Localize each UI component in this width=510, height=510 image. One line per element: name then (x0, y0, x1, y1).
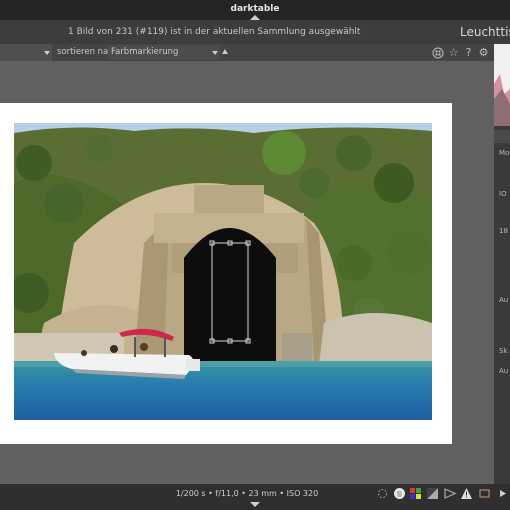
star-icon[interactable]: ☆ (447, 46, 460, 59)
gear-icon[interactable]: ⚙ (477, 46, 490, 59)
panel-item[interactable]: Sk (499, 347, 508, 355)
panel-item[interactable]: Au (499, 296, 508, 304)
warning-icon[interactable] (460, 487, 473, 500)
expand-arrow-icon[interactable] (496, 487, 509, 500)
photo-preview[interactable] (14, 123, 432, 420)
panel-item[interactable]: IO (499, 190, 507, 198)
app-title: darktable (230, 4, 280, 14)
panel-item[interactable]: 18 (499, 227, 508, 235)
sort-value: Farbmarkierung (111, 47, 179, 57)
panel-item[interactable]: Au (499, 367, 508, 375)
collection-dropdown[interactable] (0, 44, 52, 61)
bottom-status-bar: 1/200 s • f/11,0 • 23 mm • ISO 320 (0, 484, 510, 510)
softproof-icon[interactable] (426, 487, 439, 500)
color-assessment-icon[interactable] (393, 487, 406, 500)
bunker-photo-image (14, 123, 432, 420)
help-icon[interactable]: ? (462, 46, 475, 59)
sort-dropdown[interactable]: Farbmarkierung (108, 45, 220, 60)
gamut-check-icon[interactable] (443, 487, 456, 500)
overexposure-icon[interactable] (409, 487, 422, 500)
histogram-preview (494, 44, 510, 126)
chevron-down-icon (44, 51, 50, 55)
right-panel: Mo IO 18 Au Sk Au (494, 44, 510, 484)
title-bar: darktable (0, 0, 510, 20)
chevron-down-icon (212, 51, 218, 55)
display-profile-icon[interactable] (478, 487, 491, 500)
panel-tab-selected[interactable] (494, 130, 510, 143)
sort-direction-icon[interactable] (222, 49, 228, 54)
selection-status: 1 Bild von 231 (#119) ist in der aktuell… (68, 27, 361, 37)
grid-icon[interactable] (431, 46, 444, 59)
panel-item[interactable]: Mo (499, 149, 509, 157)
info-bar: 1 Bild von 231 (#119) ist in der aktuell… (0, 20, 510, 44)
module-title: Leuchttisch (460, 25, 510, 39)
image-frame (0, 103, 452, 444)
lighttable-center-view (0, 61, 494, 484)
collapse-bottom-arrow-icon[interactable] (250, 502, 260, 507)
top-toolbar: sortieren nach Farbmarkierung ☆ ? ⚙ (0, 44, 494, 61)
focus-peaking-icon[interactable] (376, 487, 389, 500)
